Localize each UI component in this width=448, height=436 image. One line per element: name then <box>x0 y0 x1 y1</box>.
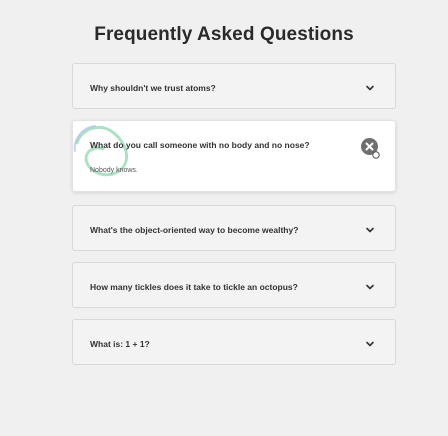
faq-question: How many tickles does it take to tickle … <box>90 282 298 292</box>
faq-answer: Nobody knows. <box>90 167 138 174</box>
faq-item-5[interactable]: What is: 1 + 1? <box>72 319 396 365</box>
cursor-icon <box>372 151 380 159</box>
chevron-down-icon[interactable] <box>365 282 375 292</box>
chevron-down-icon[interactable] <box>365 339 375 349</box>
faq-item-3[interactable]: What's the object-oriented way to become… <box>72 205 396 251</box>
faq-question: What is: 1 + 1? <box>90 339 150 349</box>
faq-item-1[interactable]: Why shouldn't we trust atoms? <box>72 63 396 109</box>
chevron-down-icon[interactable] <box>365 225 375 235</box>
faq-item-2-expanded[interactable]: What do you call someone with no body an… <box>72 120 396 192</box>
faq-page: Frequently Asked Questions Why shouldn't… <box>0 0 448 436</box>
faq-question: What's the object-oriented way to become… <box>90 225 299 235</box>
page-title: Frequently Asked Questions <box>94 24 354 45</box>
faq-question: What do you call someone with no body an… <box>90 140 310 150</box>
faq-item-4[interactable]: How many tickles does it take to tickle … <box>72 262 396 308</box>
chevron-down-icon[interactable] <box>365 83 375 93</box>
faq-question: Why shouldn't we trust atoms? <box>90 83 216 93</box>
